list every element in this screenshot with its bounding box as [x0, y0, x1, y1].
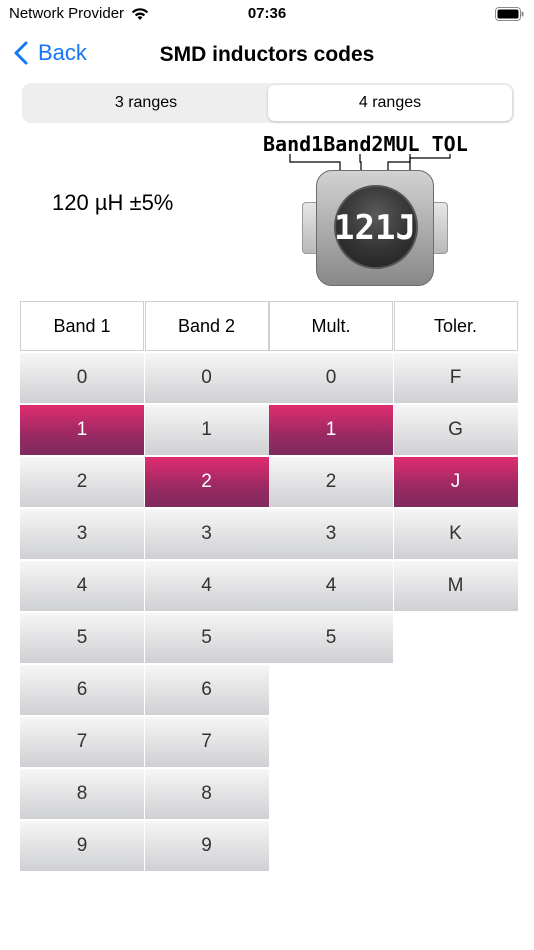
mult-option[interactable]: 0	[269, 353, 393, 403]
toler-option[interactable]: F	[393, 353, 518, 403]
band2-option[interactable]: 6	[144, 665, 269, 715]
band1-option[interactable]: 2	[20, 457, 144, 507]
band1-option[interactable]: 3	[20, 509, 144, 559]
mult-option[interactable]: 3	[269, 509, 393, 559]
band1-option[interactable]: 9	[20, 821, 144, 871]
mult-option[interactable]: 5	[269, 613, 393, 663]
segment-3-ranges[interactable]: 3 ranges	[24, 85, 268, 121]
band2-option[interactable]: 8	[144, 769, 269, 819]
page-title: SMD inductors codes	[159, 43, 375, 66]
column-mult: Mult. 0 1 2 3 4 5	[269, 301, 393, 663]
band2-option[interactable]: 0	[144, 353, 269, 403]
band2-option[interactable]: 4	[144, 561, 269, 611]
band1-option[interactable]: 4	[20, 561, 144, 611]
toler-option[interactable]: M	[393, 561, 518, 611]
mult-option[interactable]: 4	[269, 561, 393, 611]
band2-option[interactable]: 9	[144, 821, 269, 871]
status-time: 07:36	[247, 5, 287, 22]
band2-option[interactable]: 7	[144, 717, 269, 767]
toler-option[interactable]: J	[393, 457, 518, 507]
band1-option[interactable]: 6	[20, 665, 144, 715]
band2-option[interactable]: 5	[144, 613, 269, 663]
band2-option[interactable]: 2	[144, 457, 269, 507]
segment-4-ranges[interactable]: 4 ranges	[268, 85, 512, 121]
range-segmented-control: 3 ranges 4 ranges	[22, 83, 514, 123]
column-header-mult: Mult.	[269, 301, 393, 351]
toler-option[interactable]: K	[393, 509, 518, 559]
band1-option[interactable]: 1	[20, 405, 144, 455]
inductor-diagram: Band1Band2MUL TOL 121J	[260, 130, 490, 295]
column-header-band1: Band 1	[20, 301, 144, 351]
inductor-code: 121J	[334, 208, 416, 248]
column-band1: Band 10123456789	[20, 301, 144, 871]
band2-option[interactable]: 1	[144, 405, 269, 455]
column-header-band2: Band 2	[144, 301, 269, 351]
column-header-toler: Toler.	[393, 301, 518, 351]
navigation-bar: Back SMD inductors codes	[0, 30, 534, 80]
status-bar: Network Provider 07:36	[0, 0, 534, 28]
inductance-result: 120 µH ±5%	[52, 190, 174, 215]
band2-option[interactable]: 3	[144, 509, 269, 559]
band1-option[interactable]: 5	[20, 613, 144, 663]
mult-option[interactable]: 2	[269, 457, 393, 507]
toler-option[interactable]: G	[393, 405, 518, 455]
mult-option[interactable]: 1	[269, 405, 393, 455]
column-toler: Toler. F G J K M	[393, 301, 518, 611]
column-band2: Band 20123456789	[144, 301, 269, 871]
band1-option[interactable]: 7	[20, 717, 144, 767]
band1-option[interactable]: 0	[20, 353, 144, 403]
battery-icon	[495, 7, 524, 21]
band1-option[interactable]: 8	[20, 769, 144, 819]
